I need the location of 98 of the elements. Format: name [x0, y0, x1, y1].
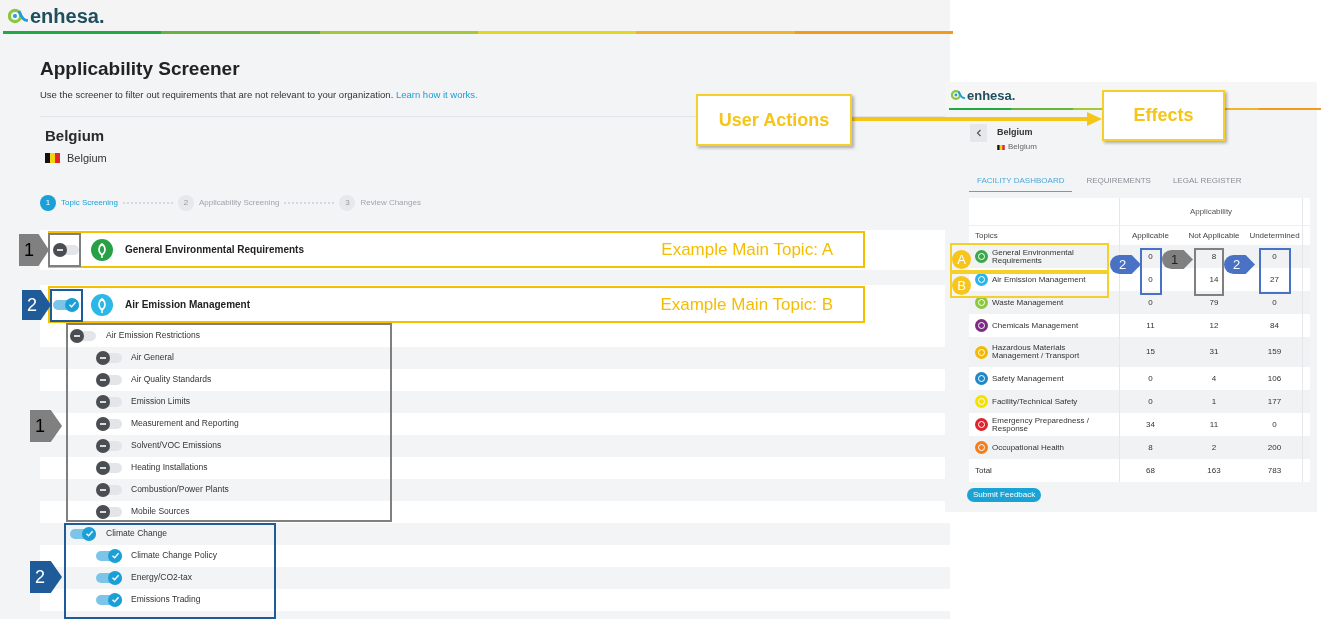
toggle-switch[interactable] — [96, 416, 122, 431]
table-cell: 0 — [1148, 273, 1153, 286]
check-icon — [110, 551, 120, 560]
topic-name: Emergency Preparedness / Response — [992, 416, 1090, 433]
table-cell: 79 — [1209, 296, 1219, 309]
subtopic-name[interactable]: Air Emission Restrictions — [106, 329, 200, 342]
table-cell: 159 — [1267, 346, 1282, 358]
table-cell: 34 — [1146, 418, 1155, 431]
subtopic-name[interactable]: Emission Limits — [131, 395, 191, 408]
column-header: Topics — [975, 229, 998, 242]
subtopic-name[interactable]: Heating Installations — [131, 461, 208, 474]
table-cell: 106 — [1267, 372, 1282, 385]
highlight-frame — [1259, 248, 1291, 294]
toggle-switch[interactable] — [70, 328, 96, 343]
check-icon — [84, 529, 94, 538]
table-cell: 2 — [1211, 441, 1217, 454]
table-cell: 163 — [1207, 464, 1221, 477]
toggle-switch[interactable] — [70, 526, 96, 541]
table-cell: 12 — [1209, 319, 1219, 332]
table-cell: 0 — [1148, 395, 1153, 408]
highlight-frame — [1194, 248, 1224, 296]
topic-name[interactable]: General Environmental Requirements — [125, 242, 304, 257]
topic-name[interactable]: Air Emission Management — [125, 297, 251, 312]
highlight-frame — [48, 233, 81, 267]
column-header: Applicable — [1132, 229, 1169, 242]
check-icon — [110, 595, 120, 604]
logo-icon — [951, 88, 965, 102]
subtopic-name[interactable]: Energy/CO2-tax — [131, 571, 192, 584]
topic-name: Chemicals Management — [992, 321, 1079, 330]
callout-label: Effects — [1102, 90, 1225, 141]
topic-name: Total — [975, 466, 992, 475]
country-name: Belgium — [1008, 141, 1037, 153]
topic-name: Hazardous Materials Management / Transport — [992, 344, 1081, 360]
column-header: Undetermined — [1249, 229, 1300, 242]
table-cell: 68 — [1146, 464, 1155, 477]
belgium-flag-icon — [997, 144, 1005, 150]
toggle-switch[interactable] — [96, 504, 122, 519]
table-cell: 1 — [1211, 395, 1217, 408]
toggle-switch[interactable] — [53, 297, 79, 312]
toggle-switch[interactable] — [96, 438, 122, 453]
table-cell: 11 — [1209, 418, 1219, 431]
toggle-switch[interactable] — [96, 372, 122, 387]
toggle-switch[interactable] — [96, 548, 122, 563]
subtopic-name[interactable]: Air Quality Standards — [131, 373, 212, 386]
table-cell: 177 — [1267, 395, 1282, 408]
table-cell: 0 — [1148, 372, 1153, 385]
topic-name: Safety Management — [992, 374, 1064, 383]
back-icon — [975, 129, 982, 137]
subtopic-name[interactable]: Mobile Sources — [131, 505, 190, 518]
table-cell: 4 — [1211, 372, 1217, 385]
toggle-switch[interactable] — [53, 242, 79, 257]
belgium-flag-icon — [45, 153, 60, 164]
subtopic-name[interactable]: Emissions Trading — [131, 593, 201, 606]
facility-name: Belgium — [997, 127, 1034, 138]
table-cell: 200 — [1267, 441, 1282, 454]
back-button[interactable] — [970, 124, 987, 142]
page-title: Applicability Screener — [40, 58, 241, 80]
toggle-switch[interactable] — [96, 482, 122, 497]
subtopic-name[interactable]: Climate Change Policy — [131, 549, 217, 562]
column-group-header: Applicability — [1189, 205, 1233, 218]
table-cell: 8 — [1211, 250, 1217, 263]
table-cell: 783 — [1267, 464, 1282, 477]
table-cell: 0 — [1272, 296, 1277, 309]
check-icon — [110, 573, 120, 582]
topic-name: Occupational Health — [992, 443, 1065, 452]
subtopic-name[interactable]: Measurement and Reporting — [131, 417, 239, 430]
topic-name: Waste Management — [992, 298, 1064, 307]
toggle-switch[interactable] — [96, 460, 122, 475]
table-cell: 0 — [1272, 418, 1277, 431]
subtopic-name[interactable]: Air General — [131, 351, 174, 364]
topic-name: Air Emission Management — [992, 275, 1086, 284]
toggle-switch[interactable] — [96, 570, 122, 585]
topic-name: General Environmental Requirements — [992, 248, 1075, 265]
table-cell: 0 — [1148, 296, 1153, 309]
column-header: Not Applicable — [1188, 229, 1240, 242]
country-name: Belgium — [67, 151, 107, 166]
table-cell: 14 — [1209, 273, 1219, 286]
facility-name: Belgium — [44, 127, 106, 145]
table-cell: 84 — [1270, 319, 1279, 332]
table-cell: 27 — [1270, 273, 1279, 286]
toggle-switch[interactable] — [96, 394, 122, 409]
table-cell: 8 — [1148, 441, 1153, 454]
logo-text: enhesa. — [967, 88, 1016, 102]
logo-text: enhesa. — [30, 5, 105, 26]
subtopic-name[interactable]: Solvent/VOC Emissions — [131, 439, 222, 452]
toggle-switch[interactable] — [96, 592, 122, 607]
table-cell: 0 — [1148, 250, 1153, 263]
subtopic-name[interactable]: Combustion/Power Plants — [131, 483, 229, 496]
subtopic-name[interactable]: Climate Change — [106, 527, 167, 540]
topic-name: Facility/Technical Safety — [992, 397, 1078, 406]
check-icon — [67, 300, 77, 309]
table-cell: 11 — [1146, 319, 1155, 332]
table-cell: 15 — [1146, 346, 1155, 358]
table-cell: 31 — [1209, 346, 1219, 358]
toggle-switch[interactable] — [96, 350, 122, 365]
highlight-frame — [1140, 248, 1162, 295]
table-cell: 0 — [1272, 250, 1277, 263]
callout-label: User Actions — [696, 94, 852, 146]
